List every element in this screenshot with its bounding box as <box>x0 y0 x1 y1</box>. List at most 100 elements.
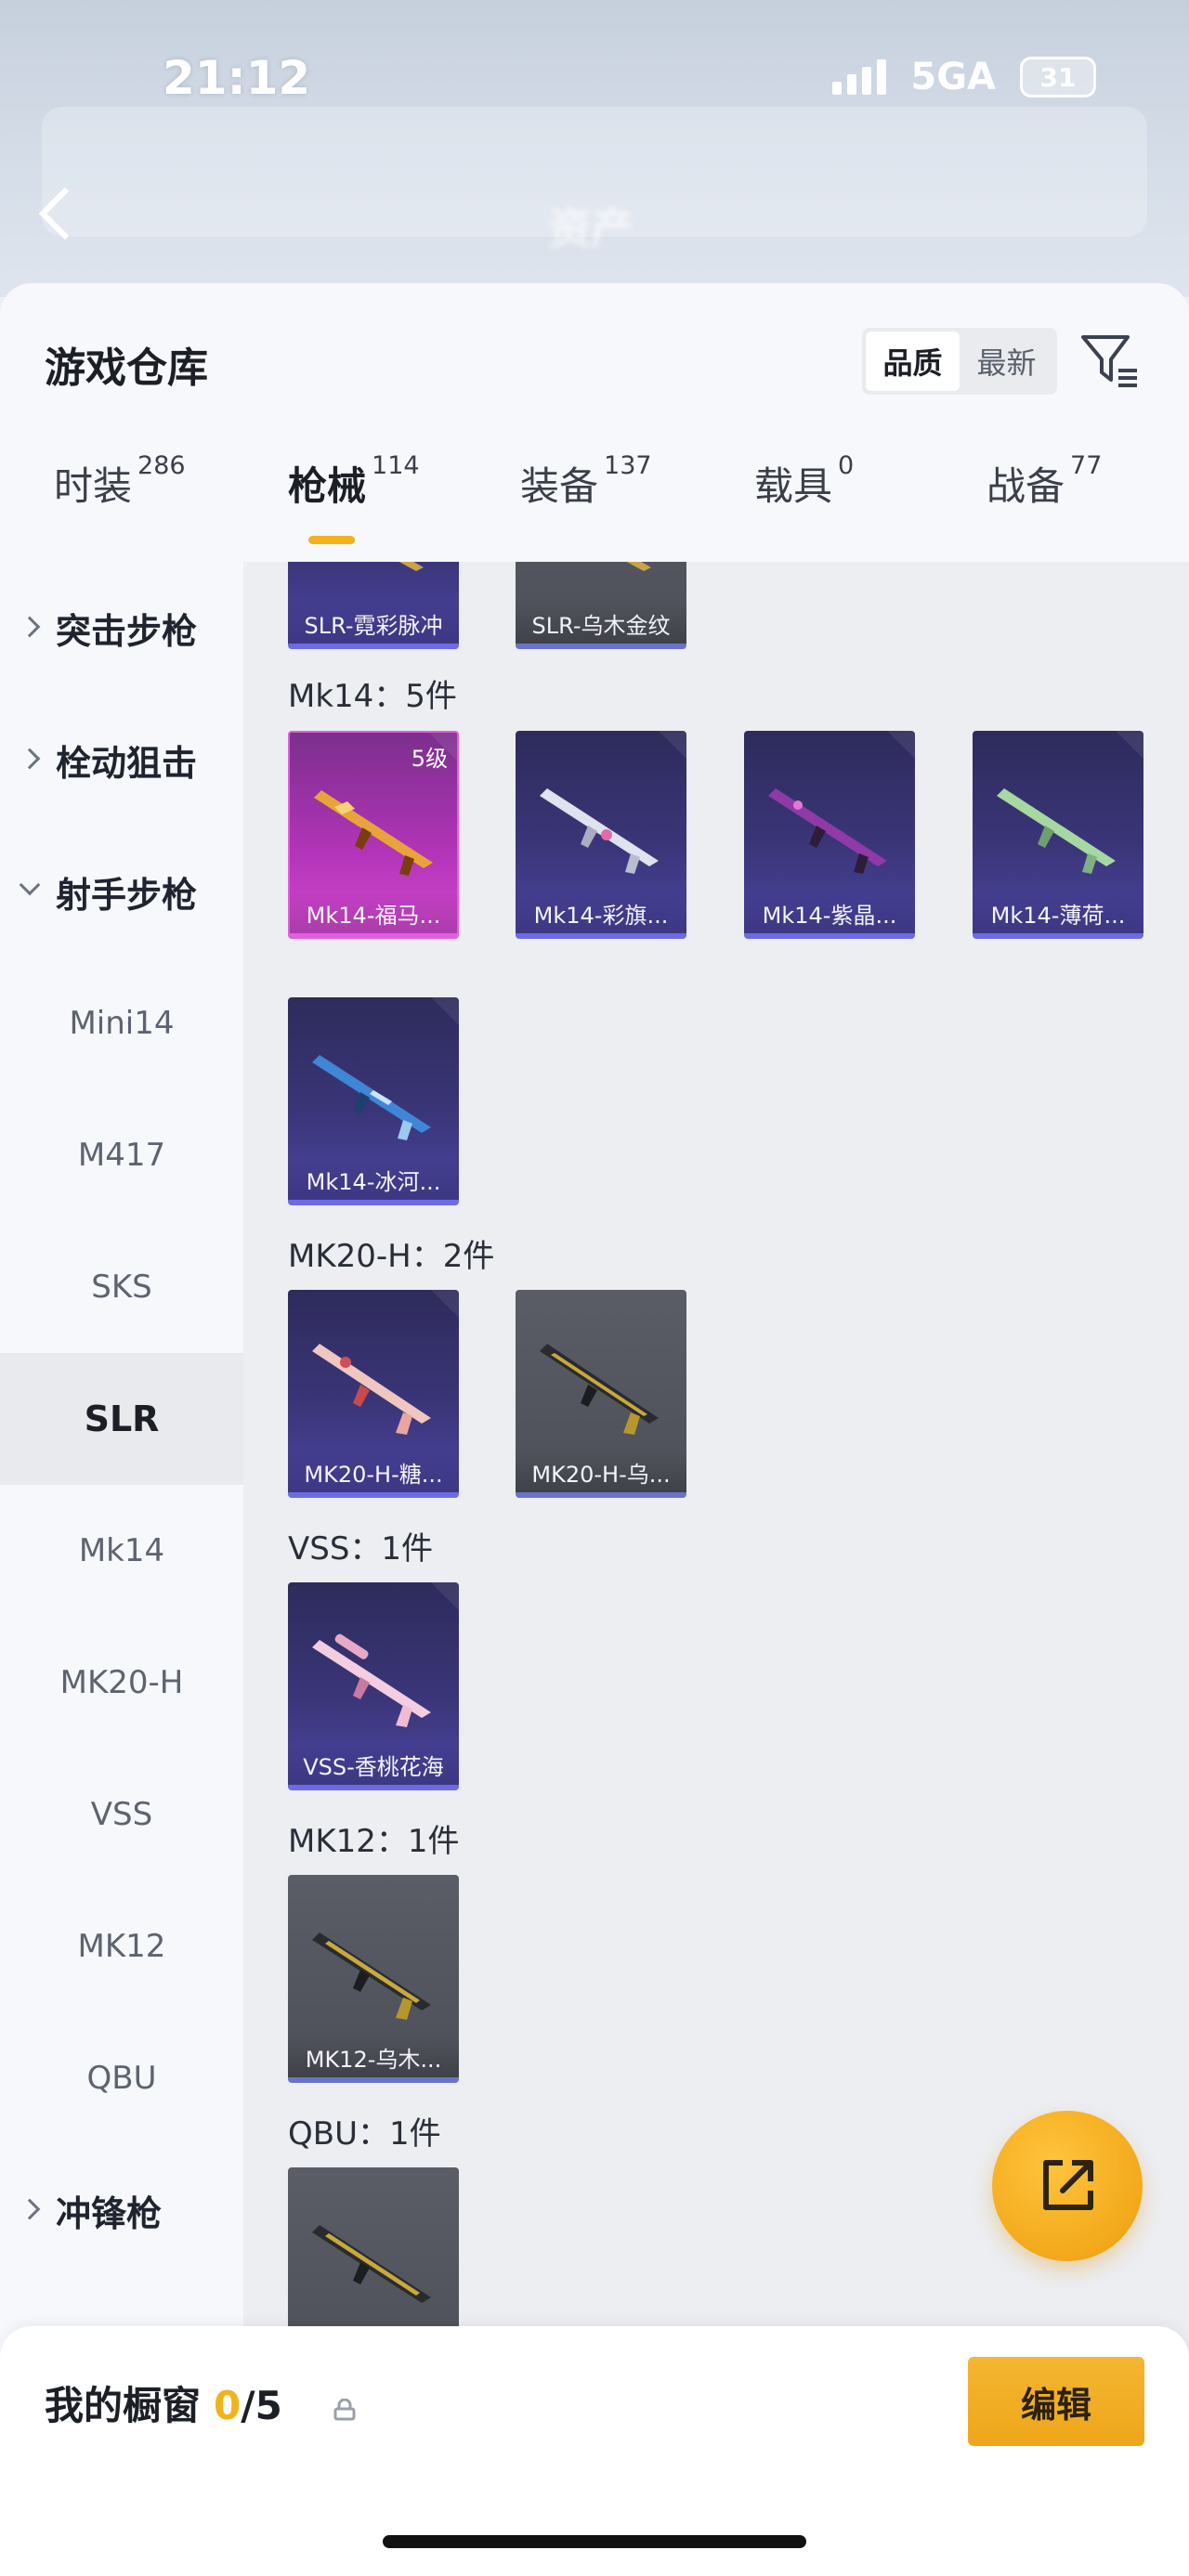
weapon-level-badge: 5级 <box>411 746 448 772</box>
home-indicator[interactable] <box>383 2535 806 2548</box>
weapon-card[interactable]: MK20-H-乌... <box>516 1290 686 1498</box>
sidebar-item-label: 射手步枪 <box>56 874 198 916</box>
weapon-card-name: Mk14-紫晶... <box>744 892 915 933</box>
rifle-skin-image <box>312 1344 431 1435</box>
weapon-card[interactable]: Mk14-紫晶... <box>744 731 915 939</box>
sidebar-item-mk12[interactable]: MK12 <box>0 1880 243 2012</box>
weapon-card-name: Mk14-冰河... <box>288 1159 459 1200</box>
showcase-title: 我的橱窗 0 /5 <box>45 2374 282 2431</box>
tab-count: 0 <box>838 451 855 480</box>
sidebar-item-marksman-rifle[interactable]: 射手步枪 <box>0 826 243 957</box>
weapon-card[interactable]: MK20-H-糖... <box>288 1290 459 1498</box>
tab-count: 137 <box>604 451 652 480</box>
background-page-title: 资产 <box>548 203 634 254</box>
rifle-skin-image <box>768 788 887 874</box>
section-header-vss: VSS：1件 <box>288 1530 434 1568</box>
status-time: 21:12 <box>163 51 311 105</box>
rifle-skin-image <box>626 562 651 571</box>
sidebar-item-label: 栓动狙击 <box>56 742 198 784</box>
section-header-mk12: MK12：1件 <box>288 1823 460 1860</box>
weapon-card-name: SLR-霓彩脉冲 <box>288 603 459 644</box>
page-title: 游戏仓库 <box>45 345 208 392</box>
share-button[interactable] <box>992 2111 1143 2261</box>
tab-count: 114 <box>372 451 420 480</box>
tab-firearms[interactable]: 枪械 114 <box>288 451 420 512</box>
sort-quality-button[interactable]: 品质 <box>866 332 960 391</box>
sidebar-item-qbu[interactable]: QBU <box>0 2012 243 2144</box>
tab-label: 枪械 <box>288 463 367 509</box>
tab-vehicles[interactable]: 载具 0 <box>754 451 854 512</box>
sidebar-item-m417[interactable]: M417 <box>0 1089 243 1221</box>
rifle-skin-image <box>312 1055 431 1140</box>
tab-label: 载具 <box>754 463 833 509</box>
sidebar-item-label: 冲锋枪 <box>56 2192 163 2234</box>
weapon-card[interactable]: VSS-香桃花海 <box>288 1582 459 1790</box>
battery-level: 31 <box>1039 61 1077 93</box>
weapon-card[interactable]: Mk14-彩旗... <box>516 731 686 939</box>
section-header-mk14: Mk14：5件 <box>288 678 457 715</box>
rifle-skin-image <box>312 2225 431 2303</box>
weapon-card-name: VSS-香桃花海 <box>288 1744 459 1785</box>
weapon-category-sidebar: 突击步枪 栓动狙击 射手步枪 Mini14 M417 SKS SLR Mk14 … <box>0 562 243 2576</box>
sidebar-item-mini14[interactable]: Mini14 <box>0 957 243 1089</box>
tab-count: 286 <box>137 451 186 480</box>
weapon-grid: SLR-霓彩脉冲 SLR-乌木金纹 Mk14：5件 5级 Mk14-福马... <box>243 562 1189 2576</box>
weapon-card-name: MK12-乌木... <box>288 2036 459 2077</box>
weapon-card[interactable]: MK12-乌木... <box>288 1875 459 2083</box>
tab-fashion[interactable]: 时装 286 <box>54 451 186 512</box>
weapon-card-name: Mk14-福马... <box>290 892 457 933</box>
background-header: 21:12 5GA 31 资产 <box>0 0 1189 297</box>
filter-icon[interactable] <box>1078 328 1143 393</box>
sidebar-item-vss[interactable]: VSS <box>0 1749 243 1880</box>
share-icon <box>1043 2160 1093 2210</box>
sidebar-item-smg[interactable]: 冲锋枪 <box>0 2144 243 2276</box>
rifle-skin-image <box>314 790 433 876</box>
battery-icon: 31 <box>1020 57 1096 98</box>
chevron-right-icon <box>19 2198 41 2220</box>
rifle-skin-image <box>540 788 659 874</box>
sort-newest-button[interactable]: 最新 <box>960 332 1053 391</box>
showcase-bar: 我的橱窗 0 /5 编辑 <box>0 2326 1189 2576</box>
sidebar-item-sks[interactable]: SKS <box>0 1221 243 1353</box>
weapon-card[interactable]: SLR-乌木金纹 <box>516 562 686 649</box>
showcase-total-count: /5 <box>241 2383 282 2428</box>
weapon-card-name: Mk14-薄荷... <box>973 892 1143 933</box>
rifle-skin-image <box>997 788 1116 874</box>
tab-label: 时装 <box>54 463 133 509</box>
weapon-card[interactable]: Mk14-薄荷... <box>973 731 1143 939</box>
rifle-skin-image <box>399 562 424 571</box>
tab-supplies[interactable]: 战备 77 <box>986 451 1102 512</box>
weapon-card-name: SLR-乌木金纹 <box>516 603 686 644</box>
weapon-card-name: MK20-H-乌... <box>516 1451 686 1492</box>
section-header-qbu: QBU：1件 <box>288 2115 441 2153</box>
tab-equipment[interactable]: 装备 137 <box>520 451 652 512</box>
sidebar-item-mk14[interactable]: Mk14 <box>0 1485 243 1617</box>
active-tab-indicator <box>308 536 355 544</box>
showcase-label: 我的橱窗 <box>45 2383 202 2428</box>
signal-icon <box>832 59 887 95</box>
tab-label: 战备 <box>986 463 1065 509</box>
weapon-card[interactable]: Mk14-冰河... <box>288 997 459 1205</box>
showcase-used-count: 0 <box>214 2383 242 2428</box>
section-header-mk20h: MK20-H：2件 <box>288 1238 495 1275</box>
chevron-down-icon <box>19 874 41 896</box>
chevron-right-icon <box>19 616 41 638</box>
tab-label: 装备 <box>520 463 599 509</box>
sheet-header: 游戏仓库 品质 最新 时装 286 枪械 114 装备 137 载具 0 战备 … <box>0 283 1189 562</box>
sort-toggle: 品质 最新 <box>862 328 1057 395</box>
rifle-skin-image <box>312 1932 431 2020</box>
lock-icon <box>333 2399 356 2421</box>
sidebar-item-assault-rifle[interactable]: 突击步枪 <box>0 562 243 694</box>
weapon-card[interactable]: 5级 Mk14-福马... <box>288 731 459 939</box>
edit-showcase-button[interactable]: 编辑 <box>968 2357 1144 2446</box>
chevron-right-icon <box>19 748 41 770</box>
weapon-card[interactable]: SLR-霓彩脉冲 <box>288 562 459 649</box>
sidebar-item-label: 突击步枪 <box>56 610 198 652</box>
weapon-card-name: Mk14-彩旗... <box>516 892 686 933</box>
sidebar-item-slr[interactable]: SLR <box>0 1353 243 1485</box>
category-tabs: 时装 286 枪械 114 装备 137 载具 0 战备 77 <box>0 451 1189 557</box>
sidebar-item-mk20h[interactable]: MK20-H <box>0 1617 243 1749</box>
weapon-card-name: MK20-H-糖... <box>288 1451 459 1492</box>
sidebar-item-bolt-sniper[interactable]: 栓动狙击 <box>0 694 243 826</box>
tab-count: 77 <box>1070 451 1103 480</box>
